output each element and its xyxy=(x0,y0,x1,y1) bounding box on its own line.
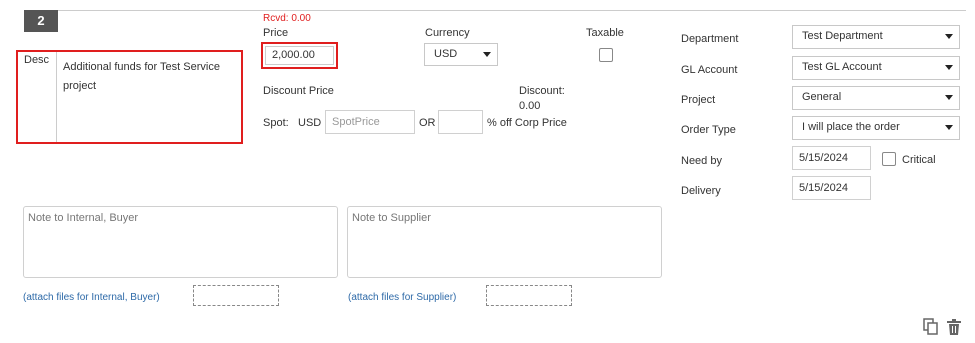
currency-value: USD xyxy=(434,48,458,60)
gl-account-label: GL Account xyxy=(681,64,738,76)
chevron-down-icon xyxy=(945,34,953,39)
delivery-value: 5/15/2024 xyxy=(799,182,848,194)
desc-text[interactable]: Additional funds for Test Service projec… xyxy=(63,58,235,96)
chevron-down-icon xyxy=(945,65,953,70)
copy-icon[interactable] xyxy=(923,318,939,336)
critical-label: Critical xyxy=(902,154,936,166)
note-internal-placeholder: Note to Internal, Buyer xyxy=(28,212,139,224)
desc-divider xyxy=(56,52,57,142)
discount-value: 0.00 xyxy=(519,100,541,112)
critical-checkbox[interactable] xyxy=(882,152,896,166)
note-supplier-textarea[interactable]: Note to Supplier xyxy=(347,206,662,278)
delivery-input[interactable]: 5/15/2024 xyxy=(792,176,871,200)
rcvd-amount: Rcvd: 0.00 xyxy=(263,13,311,24)
percent-off-label: % off Corp Price xyxy=(487,117,567,129)
order-type-select[interactable]: I will place the order xyxy=(792,116,960,140)
project-select[interactable]: General xyxy=(792,86,960,110)
chevron-down-icon xyxy=(483,52,491,57)
department-select[interactable]: Test Department xyxy=(792,25,960,49)
desc-label: Desc xyxy=(24,54,50,66)
note-internal-textarea[interactable]: Note to Internal, Buyer xyxy=(23,206,338,278)
project-value: General xyxy=(802,91,842,103)
spot-price-input[interactable]: SpotPrice xyxy=(325,110,415,134)
gl-account-value: Test GL Account xyxy=(802,61,882,73)
top-divider xyxy=(24,10,966,11)
order-type-value: I will place the order xyxy=(802,121,900,133)
price-label: Price xyxy=(263,27,289,39)
department-label: Department xyxy=(681,33,739,45)
spot-currency: USD xyxy=(298,117,322,129)
discount-label: Discount: xyxy=(519,85,565,97)
delivery-label: Delivery xyxy=(681,185,721,197)
project-label: Project xyxy=(681,94,716,106)
spot-price-placeholder: SpotPrice xyxy=(332,116,380,128)
taxable-checkbox[interactable] xyxy=(599,48,613,62)
or-label: OR xyxy=(419,117,436,129)
percent-off-input[interactable] xyxy=(438,110,483,134)
currency-select[interactable]: USD xyxy=(424,43,498,66)
chevron-down-icon xyxy=(945,125,953,130)
line-number-badge: 2 xyxy=(24,10,58,32)
chevron-down-icon xyxy=(945,95,953,100)
gl-account-select[interactable]: Test GL Account xyxy=(792,56,960,80)
spot-label: Spot: xyxy=(263,117,289,129)
need-by-value: 5/15/2024 xyxy=(799,152,848,164)
note-supplier-placeholder: Note to Supplier xyxy=(352,212,431,224)
need-by-label: Need by xyxy=(681,155,722,167)
order-type-label: Order Type xyxy=(681,124,736,136)
taxable-label: Taxable xyxy=(586,27,624,39)
attach-internal-link[interactable]: (attach files for Internal, Buyer) xyxy=(23,292,160,303)
attach-internal-dropzone[interactable] xyxy=(193,285,279,306)
department-value: Test Department xyxy=(802,30,883,42)
price-input[interactable]: 2,000.00 xyxy=(265,46,334,65)
discount-price-label: Discount Price xyxy=(263,85,334,97)
trash-icon[interactable] xyxy=(946,318,962,336)
currency-label: Currency xyxy=(425,27,470,39)
need-by-input[interactable]: 5/15/2024 xyxy=(792,146,871,170)
attach-supplier-link[interactable]: (attach files for Supplier) xyxy=(348,292,456,303)
attach-supplier-dropzone[interactable] xyxy=(486,285,572,306)
